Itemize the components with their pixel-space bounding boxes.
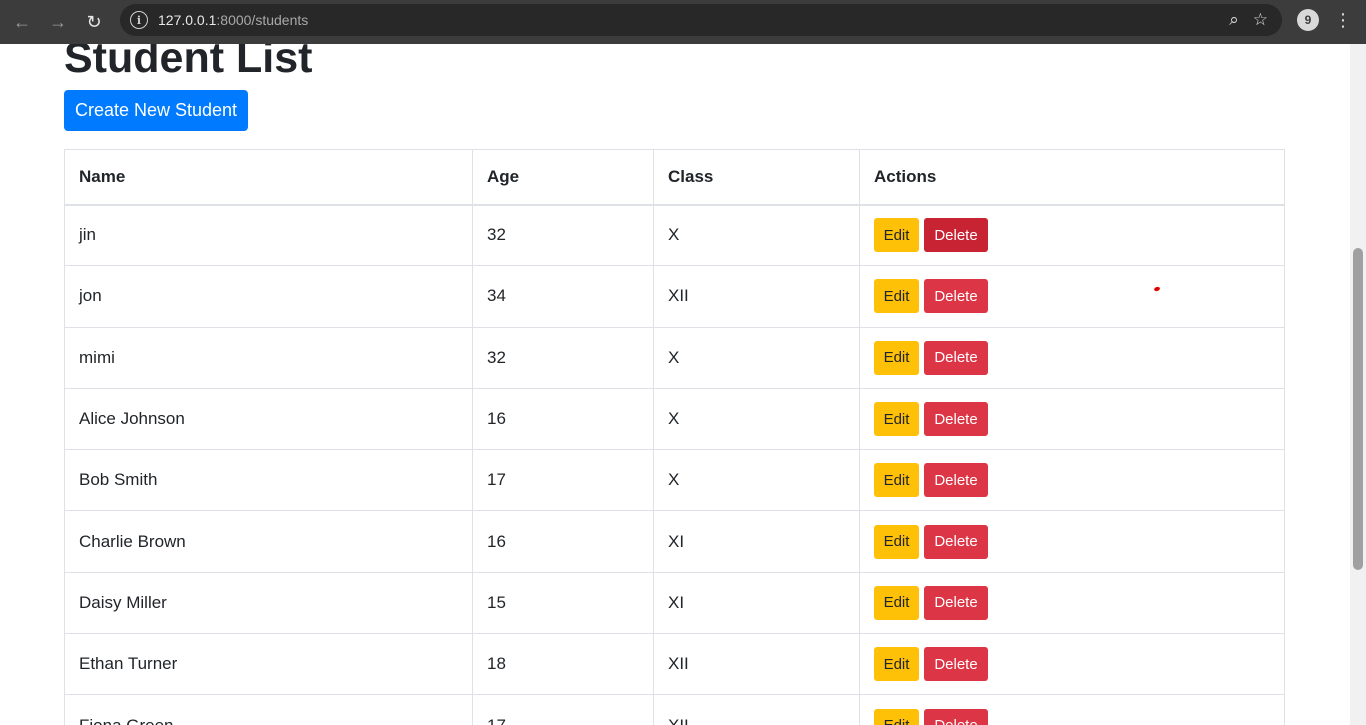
- table-row: mimi 32 X Edit Delete: [64, 326, 1285, 389]
- edit-button[interactable]: Edit: [874, 463, 919, 498]
- delete-button[interactable]: Delete: [924, 585, 988, 620]
- table-header-row: Name Age Class Actions: [64, 149, 1285, 206]
- cell-name: jon: [64, 265, 473, 328]
- delete-button[interactable]: Delete: [924, 279, 988, 314]
- info-icon[interactable]: i: [130, 11, 148, 29]
- create-student-button[interactable]: Create New Student: [64, 90, 248, 131]
- cell-name: Fiona Green: [64, 694, 473, 725]
- browser-toolbar: ← → ↻ i 127.0.0.1:8000/students ⌕ ☆ 9 ⋮: [0, 0, 1366, 44]
- cell-class: X: [653, 449, 860, 512]
- page-title: Student List: [64, 44, 313, 82]
- cell-name: mimi: [64, 326, 473, 389]
- url-text[interactable]: 127.0.0.1:8000/students: [158, 12, 308, 28]
- edit-button[interactable]: Edit: [874, 524, 919, 559]
- cell-actions: EditDelete: [859, 203, 1285, 267]
- edit-button[interactable]: Edit: [874, 585, 919, 620]
- cell-name: Alice Johnson: [64, 387, 473, 451]
- cell-actions: EditDelete: [859, 449, 1285, 512]
- students-table: Name Age Class Actions jin 32 X Edit Delete j…: [64, 149, 1285, 725]
- delete-button[interactable]: Delete: [924, 708, 988, 725]
- delete-button[interactable]: Delete: [924, 218, 988, 253]
- forward-arrow-icon[interactable]: →: [40, 4, 76, 40]
- star-icon[interactable]: ☆: [1253, 10, 1268, 30]
- cell-actions: EditDelete: [859, 633, 1285, 696]
- delete-button[interactable]: Delete: [924, 463, 988, 498]
- cell-age: 17: [472, 449, 654, 512]
- cell-actions: Edit Delete: [859, 694, 1285, 725]
- cell-name: Ethan Turner: [64, 633, 473, 696]
- edit-button[interactable]: Edit: [874, 218, 919, 253]
- url-host: 127.0.0.1: [158, 12, 217, 28]
- cell-name: jin: [64, 203, 473, 267]
- cell-class: XII: [653, 633, 860, 696]
- cell-age: 16: [472, 387, 654, 451]
- header-name: Name: [64, 149, 473, 206]
- cell-actions: EditDelete: [859, 571, 1285, 635]
- scrollbar-thumb[interactable]: [1353, 248, 1363, 570]
- header-actions: Actions: [859, 149, 1285, 206]
- table-row: Charlie Brown 16 XI Edit Delete: [64, 510, 1285, 573]
- delete-button[interactable]: Delete: [924, 402, 988, 437]
- cell-name: Bob Smith: [64, 449, 473, 512]
- cell-age: 32: [472, 326, 654, 389]
- delete-button[interactable]: Delete: [924, 647, 988, 682]
- edit-button[interactable]: Edit: [874, 402, 919, 437]
- edit-button[interactable]: Edit: [874, 647, 919, 682]
- header-class: Class: [653, 149, 860, 206]
- cell-age: 34: [472, 265, 654, 328]
- profile-avatar[interactable]: 9: [1297, 9, 1319, 31]
- cell-class: X: [653, 387, 860, 451]
- page-viewport: Student List Create New Student Name Age…: [0, 44, 1350, 725]
- cell-age: 32: [472, 203, 654, 267]
- cell-age: 18: [472, 633, 654, 696]
- table-row: jin 32 X Edit Delete: [64, 203, 1285, 267]
- edit-button[interactable]: Edit: [874, 279, 919, 314]
- table-row: Fiona Green17XII Edit Delete: [64, 694, 1285, 725]
- header-age: Age: [472, 149, 654, 206]
- cell-age: 17: [472, 694, 654, 725]
- cell-class: X: [653, 326, 860, 389]
- table-row: Daisy Miller 15 XI Edit Delete: [64, 571, 1285, 635]
- delete-button[interactable]: Delete: [924, 340, 988, 375]
- more-vertical-icon[interactable]: ⋮: [1334, 8, 1352, 32]
- cell-age: 15: [472, 571, 654, 635]
- reload-icon[interactable]: ↻: [76, 4, 112, 40]
- cell-actions: EditDelete: [859, 265, 1285, 328]
- cell-actions: EditDelete: [859, 326, 1285, 389]
- table-row: jon 34 XII Edit Delete: [64, 265, 1285, 328]
- cell-age: 16: [472, 510, 654, 573]
- cell-class: XII: [653, 694, 860, 725]
- delete-button[interactable]: Delete: [924, 524, 988, 559]
- edit-button[interactable]: Edit: [874, 340, 919, 375]
- back-arrow-icon[interactable]: ←: [4, 4, 40, 40]
- url-path: :8000/students: [216, 12, 309, 28]
- scrollbar[interactable]: [1350, 44, 1366, 725]
- table-row: Ethan Turner 18 XII Edit Delete: [64, 633, 1285, 696]
- cell-class: XII: [653, 265, 860, 328]
- cell-actions: EditDelete: [859, 510, 1285, 573]
- address-bar[interactable]: i 127.0.0.1:8000/students ⌕ ☆: [120, 4, 1282, 36]
- zoom-icon[interactable]: ⌕: [1229, 10, 1239, 30]
- cell-class: XI: [653, 510, 860, 573]
- cell-name: Charlie Brown: [64, 510, 473, 573]
- edit-button[interactable]: Edit: [874, 708, 919, 725]
- cell-class: XI: [653, 571, 860, 635]
- cell-actions: EditDelete: [859, 387, 1285, 451]
- cell-class: X: [653, 203, 860, 267]
- table-row: Alice Johnson 16 X Edit Delete: [64, 387, 1285, 451]
- table-row: Bob Smith 17 X Edit Delete: [64, 449, 1285, 512]
- cell-name: Daisy Miller: [64, 571, 473, 635]
